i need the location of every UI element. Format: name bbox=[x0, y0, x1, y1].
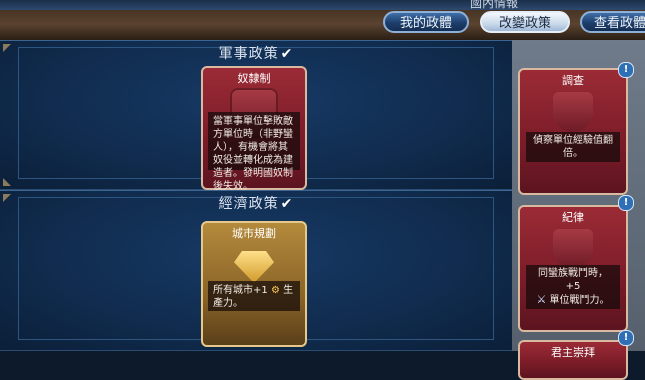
checkmark-icon: ✔ bbox=[280, 46, 294, 62]
policy-description: 所有城市+1 ⚙ 生產力。 bbox=[208, 281, 300, 311]
section-title: 經濟政策 bbox=[218, 196, 279, 212]
military-policy-section: 軍事政策 ✔ 奴隸制 當軍事單位擊敗敵方單位時（非野蠻人），有機會將其奴役並轉化成… bbox=[0, 40, 512, 192]
corner-ornament bbox=[3, 178, 11, 186]
shield-emblem-icon bbox=[553, 92, 593, 132]
policy-name: 紀律 bbox=[562, 211, 584, 224]
policy-card-urban-planning[interactable]: 城市規劃 所有城市+1 ⚙ 生產力。 bbox=[201, 221, 307, 347]
economic-policy-section: 經濟政策 ✔ 城市規劃 所有城市+1 ⚙ 生產力。 bbox=[0, 190, 512, 351]
tab-view-government[interactable]: 查看政體 bbox=[580, 11, 645, 33]
window-title: 國內情報 bbox=[470, 0, 519, 10]
policy-name: 君主崇拜 bbox=[551, 346, 595, 359]
policy-description: 同蠻族戰鬥時，+5 ⚔ 單位戰鬥力。 bbox=[526, 265, 620, 309]
section-header: 軍事政策 ✔ bbox=[0, 43, 512, 63]
description-line-2: ⚔ 單位戰鬥力。 bbox=[531, 293, 615, 307]
policy-name: 調查 bbox=[562, 74, 584, 87]
policy-card-slavery[interactable]: 奴隸制 當軍事單位擊敗敵方單位時（非野蠻人），有機會將其奴役並轉化成為建造者。發… bbox=[201, 66, 307, 192]
policy-card-god-king[interactable]: 君主崇拜 bbox=[518, 340, 628, 380]
tab-my-government[interactable]: 我的政體 bbox=[383, 11, 469, 33]
description-line-1: 同蠻族戰鬥時，+5 bbox=[538, 268, 608, 292]
info-icon[interactable]: ! bbox=[618, 62, 634, 78]
section-header: 經濟政策 ✔ bbox=[0, 193, 512, 213]
checkmark-icon: ✔ bbox=[280, 196, 294, 212]
policy-name: 城市規劃 bbox=[232, 227, 276, 240]
description-line-2-text: 單位戰鬥力。 bbox=[549, 295, 610, 306]
policy-name: 奴隸制 bbox=[237, 72, 271, 85]
info-icon[interactable]: ! bbox=[618, 195, 634, 211]
policy-description: 偵察單位經驗值翻倍。 bbox=[526, 132, 620, 162]
sword-icon: ⚔ bbox=[536, 293, 547, 306]
policy-card-survey[interactable]: 調查 偵察單位經驗值翻倍。 bbox=[518, 68, 628, 195]
shield-emblem-icon bbox=[553, 229, 593, 269]
description-prefix: 所有城市+1 bbox=[213, 285, 268, 296]
info-icon[interactable]: ! bbox=[618, 330, 634, 346]
tab-change-policy[interactable]: 改變政策 bbox=[480, 11, 570, 33]
production-icon: ⚙ bbox=[270, 285, 280, 296]
section-title: 軍事政策 bbox=[218, 46, 279, 62]
policy-card-discipline[interactable]: 紀律 同蠻族戰鬥時，+5 ⚔ 單位戰鬥力。 bbox=[518, 205, 628, 332]
title-strip: 國內情報 bbox=[0, 0, 645, 10]
policy-description: 當軍事單位擊敗敵方單位時（非野蠻人），有機會將其奴役並轉化成為建造者。發明國奴制… bbox=[208, 112, 300, 192]
